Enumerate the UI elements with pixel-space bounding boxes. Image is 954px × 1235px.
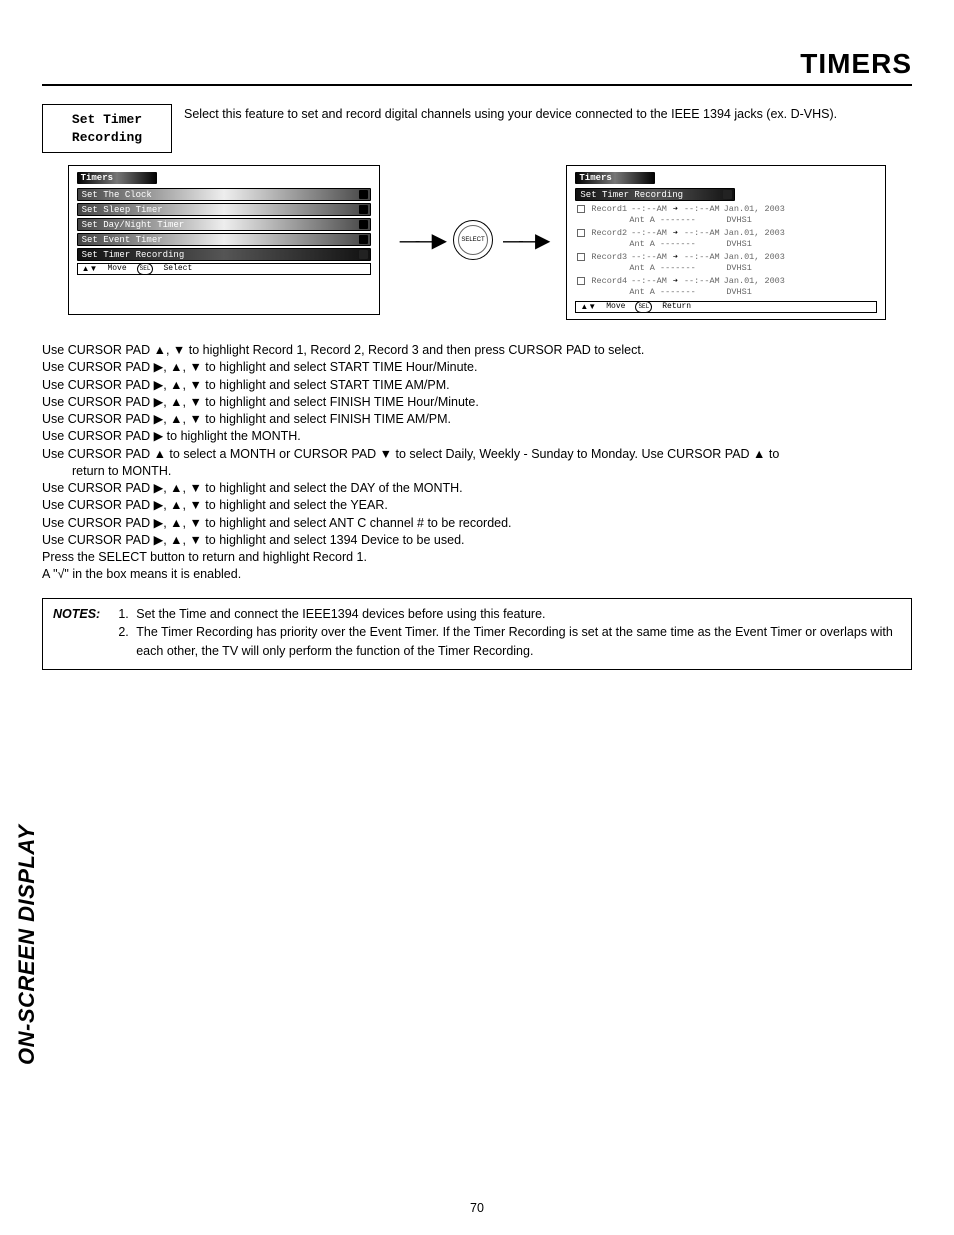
step-12: Press the SELECT button to return and hi… [42, 549, 912, 566]
rec2-t1: --:--AM [631, 228, 667, 238]
step-2: Use CURSOR PAD ▶, ▲, ▼ to highlight and … [42, 359, 912, 376]
rec2-t2: --:--AM [684, 228, 720, 238]
osd-left-panel: Timers Set The Clock Set Sleep Timer Set… [68, 165, 380, 315]
footer-move: Move [107, 264, 126, 274]
osd-item-daynight: Set Day/Night Timer [77, 218, 371, 231]
sel-pill-icon: SEL [635, 301, 652, 313]
footer-move: Move [606, 302, 625, 312]
step-10: Use CURSOR PAD ▶, ▲, ▼ to highlight and … [42, 515, 912, 532]
osd-item-clock: Set The Clock [77, 188, 371, 201]
step-6: Use CURSOR PAD ▶ to highlight the MONTH. [42, 428, 912, 445]
record3-sub: Ant A ------- DVHS1 [629, 263, 877, 273]
record4-sub: Ant A ------- DVHS1 [629, 287, 877, 297]
rec1-ant: Ant A ------- [629, 215, 695, 225]
arrow-sequence: ——▶ SELECT ——▶ [400, 220, 547, 260]
checkbox-icon [577, 277, 585, 285]
osd-right-subheader: Set Timer Recording [575, 188, 735, 201]
step-4: Use CURSOR PAD ▶, ▲, ▼ to highlight and … [42, 394, 912, 411]
arrow-icon: ➔ [673, 204, 678, 214]
note-1: Set the Time and connect the IEEE1394 de… [132, 605, 901, 624]
rec2-dev: DVHS1 [726, 239, 752, 249]
page-title: TIMERS [42, 48, 912, 86]
notes-label: NOTES: [53, 605, 100, 661]
rec1-label: Record1 [591, 204, 627, 214]
intro-text: Select this feature to set and record di… [184, 104, 837, 124]
arrow-right-icon: ——▶ [400, 228, 443, 253]
record2-line: Record2 --:--AM ➔ --:--AM Jan.01, 2003 [577, 228, 877, 238]
rec4-ant: Ant A ------- [629, 287, 695, 297]
rec1-dev: DVHS1 [726, 215, 752, 225]
rec2-ant: Ant A ------- [629, 239, 695, 249]
rec2-label: Record2 [591, 228, 627, 238]
step-1: Use CURSOR PAD ▲, ▼ to highlight Record … [42, 342, 912, 359]
rec2-date: Jan.01, 2003 [724, 228, 785, 238]
rec4-label: Record4 [591, 276, 627, 286]
step-9: Use CURSOR PAD ▶, ▲, ▼ to highlight and … [42, 497, 912, 514]
select-button: SELECT [453, 220, 493, 260]
rec3-t1: --:--AM [631, 252, 667, 262]
feature-line1: Set Timer [55, 111, 159, 129]
step-8: Use CURSOR PAD ▶, ▲, ▼ to highlight and … [42, 480, 912, 497]
notes-box: NOTES: Set the Time and connect the IEEE… [42, 598, 912, 670]
arrow-right-icon-2: ——▶ [503, 228, 546, 253]
updown-icon: ▲▼ [82, 264, 98, 274]
osd-right-footer: ▲▼ Move SEL Return [575, 301, 877, 313]
notes-list: Set the Time and connect the IEEE1394 de… [114, 605, 901, 661]
checkbox-icon [577, 229, 585, 237]
arrow-icon: ➔ [673, 228, 678, 238]
sel-pill-icon: SEL [137, 263, 154, 275]
arrow-icon: ➔ [673, 276, 678, 286]
rec4-date: Jan.01, 2003 [724, 276, 785, 286]
osd-item-recording: Set Timer Recording [77, 248, 371, 261]
record1-sub: Ant A ------- DVHS1 [629, 215, 877, 225]
record1-line: Record1 --:--AM ➔ --:--AM Jan.01, 2003 [577, 204, 877, 214]
checkbox-icon [577, 205, 585, 213]
diagram-row: Timers Set The Clock Set Sleep Timer Set… [42, 165, 912, 320]
page-number: 70 [0, 1201, 954, 1215]
step-13: A "√" in the box means it is enabled. [42, 566, 912, 583]
rec3-label: Record3 [591, 252, 627, 262]
step-7a: Use CURSOR PAD ▲ to select a MONTH or CU… [42, 446, 912, 463]
record3-line: Record3 --:--AM ➔ --:--AM Jan.01, 2003 [577, 252, 877, 262]
updown-icon: ▲▼ [580, 302, 596, 312]
osd-right-panel: Timers Set Timer Recording Record1 --:--… [566, 165, 886, 320]
note-2: The Timer Recording has priority over th… [132, 623, 901, 661]
rec3-t2: --:--AM [684, 252, 720, 262]
step-5: Use CURSOR PAD ▶, ▲, ▼ to highlight and … [42, 411, 912, 428]
rec3-date: Jan.01, 2003 [724, 252, 785, 262]
rec4-dev: DVHS1 [726, 287, 752, 297]
select-label: SELECT [461, 237, 484, 243]
instruction-steps: Use CURSOR PAD ▲, ▼ to highlight Record … [42, 342, 912, 584]
intro-row: Set Timer Recording Select this feature … [42, 104, 912, 153]
rec3-dev: DVHS1 [726, 263, 752, 273]
rec1-t2: --:--AM [684, 204, 720, 214]
side-section-label: ON-SCREEN DISPLAY [14, 825, 40, 1065]
footer-select: Select [163, 264, 192, 274]
footer-return: Return [662, 302, 691, 312]
checkbox-icon [577, 253, 585, 261]
arrow-icon: ➔ [673, 252, 678, 262]
step-3: Use CURSOR PAD ▶, ▲, ▼ to highlight and … [42, 377, 912, 394]
osd-item-sleep: Set Sleep Timer [77, 203, 371, 216]
rec1-t1: --:--AM [631, 204, 667, 214]
osd-item-event: Set Event Timer [77, 233, 371, 246]
rec1-date: Jan.01, 2003 [724, 204, 785, 214]
feature-box: Set Timer Recording [42, 104, 172, 153]
step-7b: return to MONTH. [42, 463, 912, 480]
rec4-t1: --:--AM [631, 276, 667, 286]
rec3-ant: Ant A ------- [629, 263, 695, 273]
osd-right-header: Timers [575, 172, 655, 184]
record2-sub: Ant A ------- DVHS1 [629, 239, 877, 249]
step-11: Use CURSOR PAD ▶, ▲, ▼ to highlight and … [42, 532, 912, 549]
osd-left-footer: ▲▼ Move SEL Select [77, 263, 371, 275]
osd-left-header: Timers [77, 172, 157, 184]
rec4-t2: --:--AM [684, 276, 720, 286]
record4-line: Record4 --:--AM ➔ --:--AM Jan.01, 2003 [577, 276, 877, 286]
feature-line2: Recording [55, 129, 159, 147]
